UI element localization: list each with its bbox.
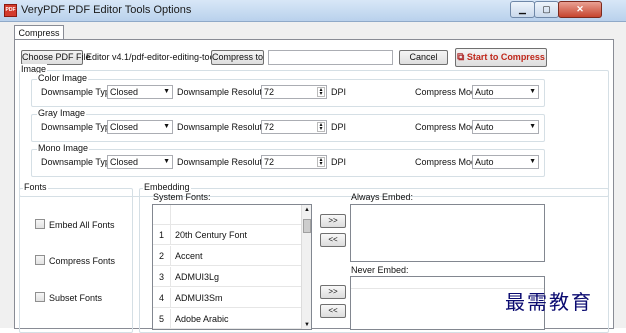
compress-fonts-checkbox[interactable] xyxy=(35,255,45,265)
window-title: VeryPDF PDF Editor Tools Options xyxy=(21,4,192,16)
add-always-embed-button[interactable]: >> xyxy=(320,214,346,228)
subset-fonts-label: Subset Fonts xyxy=(49,293,103,303)
tab-compress[interactable]: Compress xyxy=(14,25,64,40)
list-item-name: ADMUI3Lg xyxy=(175,272,220,282)
list-item[interactable]: 3 ADMUI3Lg xyxy=(153,267,301,287)
gray-compress-mode-select[interactable]: Auto ▼ xyxy=(472,120,539,134)
color-resolution-label: Downsample Resolution xyxy=(177,87,275,97)
color-downsample-type-value: Closed xyxy=(110,87,139,97)
chevron-down-icon: ▼ xyxy=(529,158,536,165)
list-item-name: ADMUI3Sm xyxy=(175,293,223,303)
compress-to-button[interactable]: Compress to xyxy=(211,50,264,65)
list-item-index: 3 xyxy=(153,267,171,287)
always-embed-label: Always Embed: xyxy=(351,192,414,202)
list-item-name: Accent xyxy=(175,251,203,261)
gray-resolution-spinner[interactable]: 72 ▴ ▾ xyxy=(261,120,327,134)
mono-downsample-type-value: Closed xyxy=(110,157,139,167)
maximize-button[interactable]: ▢ xyxy=(534,1,559,18)
color-resolution-value: 72 xyxy=(264,87,275,97)
mono-downsample-type-select[interactable]: Closed ▼ xyxy=(107,155,173,169)
mono-downsample-type-label: Downsample Type xyxy=(41,157,115,167)
color-dpi-label: DPI xyxy=(331,87,347,97)
spinner-arrows-icon[interactable]: ▴ ▾ xyxy=(317,87,325,97)
gray-downsample-type-select[interactable]: Closed ▼ xyxy=(107,120,173,134)
embedding-group-title: Embedding xyxy=(143,182,191,192)
system-fonts-scrollbar[interactable]: ▲ ▼ xyxy=(301,205,311,329)
gray-downsample-type-label: Downsample Type xyxy=(41,122,115,132)
chevron-down-icon: ▼ xyxy=(163,123,170,130)
never-embed-label: Never Embed: xyxy=(351,265,409,275)
color-downsample-type-label: Downsample Type xyxy=(41,87,115,97)
gray-resolution-value: 72 xyxy=(264,122,275,132)
chevron-down-icon: ▼ xyxy=(529,123,536,130)
mono-dpi-label: DPI xyxy=(331,157,347,167)
mono-image-title: Mono Image xyxy=(37,143,90,153)
spinner-arrows-icon[interactable]: ▴ ▾ xyxy=(317,157,325,167)
color-compress-mode-value: Auto xyxy=(475,87,494,97)
mono-resolution-value: 72 xyxy=(264,157,275,167)
color-resolution-spinner[interactable]: 72 ▴ ▾ xyxy=(261,85,327,99)
list-item-name: 20th Century Font xyxy=(175,230,248,240)
list-item[interactable]: 2 Accent xyxy=(153,246,301,266)
spinner-arrows-icon[interactable]: ▴ ▾ xyxy=(317,122,325,132)
title-bar: PDF VeryPDF PDF Editor Tools Options ▁ ▢… xyxy=(0,0,626,22)
list-item-index: 1 xyxy=(153,225,171,245)
minimize-button[interactable]: ▁ xyxy=(510,1,535,18)
header-cell xyxy=(153,205,171,225)
color-compress-mode-select[interactable]: Auto ▼ xyxy=(472,85,539,99)
gray-dpi-label: DPI xyxy=(331,122,347,132)
chevron-down-icon: ▼ xyxy=(529,88,536,95)
scroll-down-icon[interactable]: ▼ xyxy=(304,322,310,328)
start-to-compress-button[interactable]: ⧉ Start to Compress xyxy=(455,48,547,67)
list-item-index: 4 xyxy=(153,288,171,308)
chevron-down-icon: ▼ xyxy=(163,158,170,165)
source-file-path: Editor v4.1/pdf-editor-editing-tools.pdf xyxy=(86,52,216,62)
chevron-down-icon: ▼ xyxy=(163,88,170,95)
system-fonts-header-row xyxy=(153,205,301,225)
watermark-text: 最需教育 xyxy=(505,290,593,314)
always-embed-list[interactable] xyxy=(350,204,545,262)
system-fonts-label: System Fonts: xyxy=(153,192,211,202)
gray-compress-mode-value: Auto xyxy=(475,122,494,132)
color-image-title: Color Image xyxy=(37,73,89,83)
remove-always-embed-button[interactable]: << xyxy=(320,233,346,247)
close-button[interactable]: ✕ xyxy=(558,1,602,18)
mono-compress-mode-select[interactable]: Auto ▼ xyxy=(472,155,539,169)
output-path-input[interactable] xyxy=(268,50,393,65)
app-pdf-icon: PDF xyxy=(4,4,17,17)
choose-pdf-file-button[interactable]: Choose PDF File xyxy=(21,50,91,65)
mono-resolution-label: Downsample Resolution xyxy=(177,157,275,167)
list-item[interactable]: 1 20th Century Font xyxy=(153,225,301,245)
mono-resolution-spinner[interactable]: 72 ▴ ▾ xyxy=(261,155,327,169)
embed-all-fonts-checkbox[interactable] xyxy=(35,219,45,229)
gray-image-title: Gray Image xyxy=(37,108,87,118)
system-fonts-list[interactable]: 1 20th Century Font 2 Accent 3 ADMUI3Lg 4 AD… xyxy=(152,204,312,330)
list-item[interactable]: 4 ADMUI3Sm xyxy=(153,288,301,308)
remove-never-embed-button[interactable]: << xyxy=(320,304,346,318)
start-compress-label: Start to Compress xyxy=(466,52,545,62)
color-downsample-type-select[interactable]: Closed ▼ xyxy=(107,85,173,99)
scroll-thumb[interactable] xyxy=(303,219,311,233)
mono-compress-mode-value: Auto xyxy=(475,157,494,167)
embed-all-fonts-label: Embed All Fonts xyxy=(49,220,115,230)
list-item-index: 5 xyxy=(153,309,171,329)
start-compress-icon: ⧉ xyxy=(457,52,465,63)
fonts-group-title: Fonts xyxy=(23,182,48,192)
gray-resolution-label: Downsample Resolution xyxy=(177,122,275,132)
list-item[interactable]: 5 Adobe Arabic xyxy=(153,309,301,329)
window-client: Compress Choose PDF File Editor v4.1/pdf… xyxy=(0,22,626,333)
subset-fonts-checkbox[interactable] xyxy=(35,292,45,302)
add-never-embed-button[interactable]: >> xyxy=(320,285,346,299)
compress-fonts-label: Compress Fonts xyxy=(49,256,116,266)
cancel-button[interactable]: Cancel xyxy=(399,50,448,65)
list-item-index: 2 xyxy=(153,246,171,266)
gray-downsample-type-value: Closed xyxy=(110,122,139,132)
list-item-name: Adobe Arabic xyxy=(175,314,229,324)
scroll-up-icon[interactable]: ▲ xyxy=(304,207,310,213)
